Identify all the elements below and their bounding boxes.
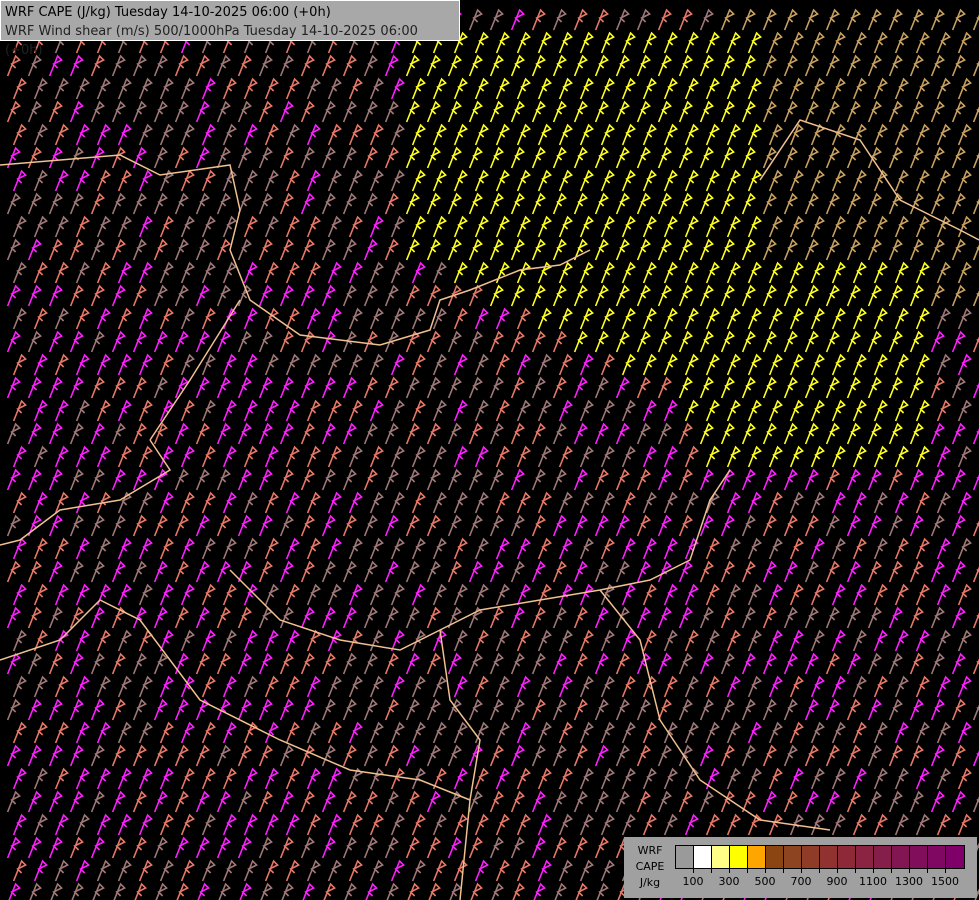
legend-swatch [838, 846, 856, 868]
legend-tick [927, 868, 928, 873]
legend-label-model: WRF [637, 844, 663, 857]
legend-swatch [766, 846, 784, 868]
legend-tick [711, 868, 712, 873]
legend-swatch [910, 846, 928, 868]
legend-tick [837, 868, 838, 873]
legend-swatch [694, 846, 712, 868]
legend-tick [819, 868, 820, 873]
legend-swatch [748, 846, 766, 868]
legend-tick-label: 700 [790, 875, 812, 888]
map-title-box: WRF CAPE (J/kg) Tuesday 14-10-2025 06:00… [0, 0, 460, 58]
legend-tick-label: 1100 [859, 875, 887, 888]
legend-tick-label: 1300 [895, 875, 923, 888]
legend-tick-label: 500 [754, 875, 776, 888]
legend-tick [909, 868, 910, 873]
legend-swatch [676, 846, 694, 868]
legend-swatch [892, 846, 910, 868]
legend-swatch [712, 846, 730, 868]
legend-swatch [856, 846, 874, 868]
legend-tick [747, 868, 748, 873]
legend-color-bar [675, 845, 965, 869]
legend-label: WRF CAPE J/kg [630, 843, 670, 891]
weather-map [0, 0, 979, 900]
legend-swatch [928, 846, 946, 868]
legend-swatch [946, 846, 964, 868]
legend-tick [873, 868, 874, 873]
legend-tick-label: 1500 [931, 875, 959, 888]
legend-swatch [820, 846, 838, 868]
legend-tick [945, 868, 946, 873]
legend-label-unit: J/kg [639, 876, 661, 889]
legend-tick [855, 868, 856, 873]
legend-tick-label: 300 [718, 875, 740, 888]
legend-swatch [730, 846, 748, 868]
legend-tick [783, 868, 784, 873]
legend-swatch [802, 846, 820, 868]
legend-tick [729, 868, 730, 873]
legend-swatch [784, 846, 802, 868]
legend-swatch [874, 846, 892, 868]
legend-tick [765, 868, 766, 873]
legend-tick [891, 868, 892, 873]
legend-tick [693, 868, 694, 873]
cape-title: WRF CAPE (J/kg) Tuesday 14-10-2025 06:00… [5, 5, 331, 20]
wind-shear-title: WRF Wind shear (m/s) 500/1000hPa Tuesday… [5, 24, 418, 58]
legend-label-field: CAPE [635, 860, 665, 873]
legend-ticks [675, 868, 963, 874]
cape-legend: WRF CAPE J/kg 100 300 500 700 900 1100 1300 150… [624, 837, 977, 898]
legend-tick [801, 868, 802, 873]
legend-tick-label: 100 [682, 875, 704, 888]
legend-tick-label: 900 [826, 875, 848, 888]
